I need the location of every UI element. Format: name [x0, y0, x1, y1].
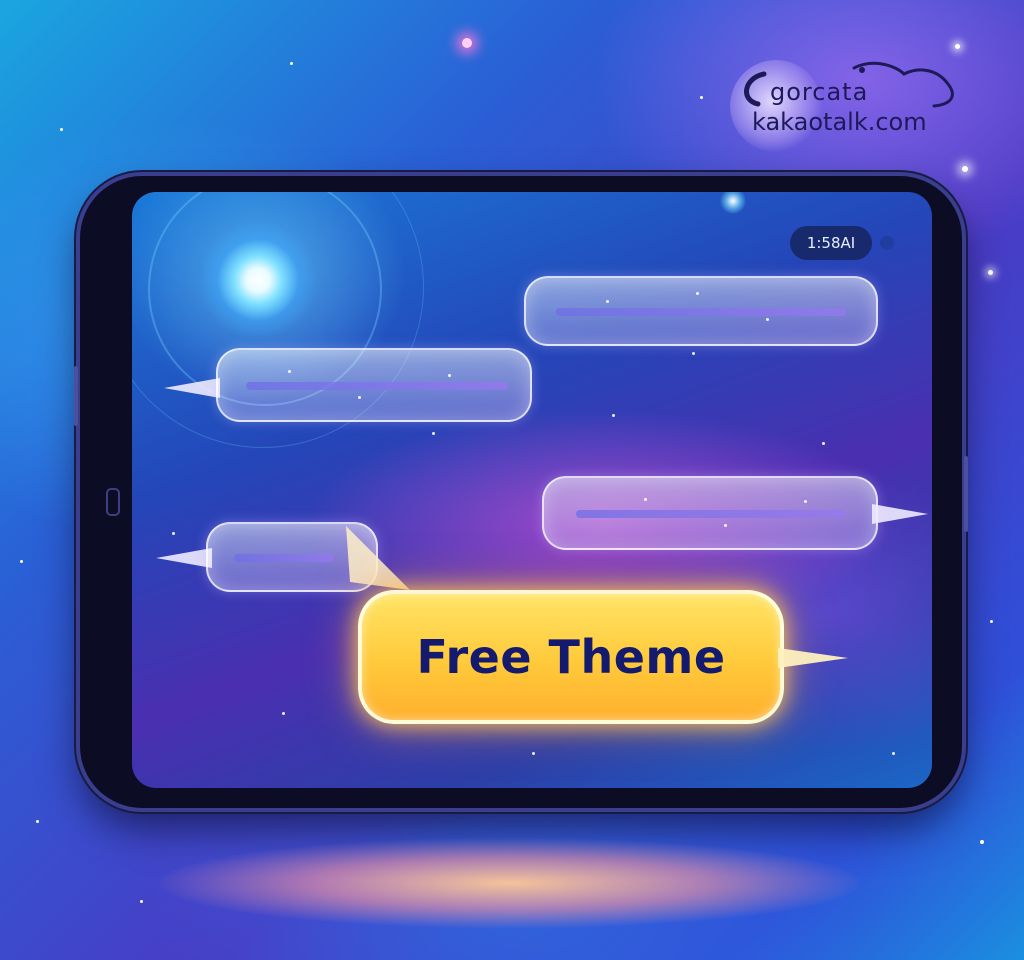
star-sparkle-icon: [358, 396, 361, 399]
star-sparkle-icon: [20, 560, 23, 563]
star-sparkle-icon: [288, 370, 291, 373]
star-sparkle-icon: [955, 44, 960, 49]
star-sparkle-icon: [696, 292, 699, 295]
star-sparkle-icon: [720, 192, 746, 214]
speech-bubble-tail-icon: [156, 548, 212, 568]
star-sparkle-icon: [822, 442, 825, 445]
star-sparkle-icon: [980, 840, 984, 844]
brand-watermark: gorcata kakaotalk.com: [728, 50, 978, 152]
speech-bubble-tail-icon: [164, 378, 220, 398]
star-sparkle-icon: [724, 524, 727, 527]
star-sparkle-icon: [462, 38, 472, 48]
message-placeholder-line: [234, 554, 334, 562]
volume-button[interactable]: [74, 366, 78, 426]
star-sparkle-icon: [432, 432, 435, 435]
status-time-badge: 1:58AI: [790, 226, 872, 260]
glowing-sun-icon: [198, 220, 318, 340]
star-sparkle-icon: [892, 752, 895, 755]
star-sparkle-icon: [140, 900, 143, 903]
star-sparkle-icon: [172, 532, 175, 535]
camera-dot-icon: [880, 236, 894, 250]
star-sparkle-icon: [612, 414, 615, 417]
watermark-domain-text: kakaotalk.com: [752, 108, 927, 136]
speech-bubble-tail-icon: [872, 504, 928, 524]
star-sparkle-icon: [990, 620, 993, 623]
chat-bubble-incoming[interactable]: [524, 276, 878, 346]
star-sparkle-icon: [692, 352, 695, 355]
message-placeholder-line: [246, 382, 508, 390]
floor-glow: [160, 838, 860, 928]
star-sparkle-icon: [606, 300, 609, 303]
star-sparkle-icon: [448, 374, 451, 377]
speech-bubble-tail-icon: [346, 526, 410, 590]
star-sparkle-icon: [804, 500, 807, 503]
chat-bubble-outgoing[interactable]: [216, 348, 532, 422]
tablet-device: 1:58AI Free Theme: [74, 176, 968, 808]
free-theme-button[interactable]: Free Theme: [358, 590, 784, 724]
star-sparkle-icon: [766, 318, 769, 321]
power-button[interactable]: [964, 456, 968, 532]
speech-bubble-tail-icon: [778, 648, 848, 668]
device-screen: 1:58AI Free Theme: [132, 192, 932, 788]
chat-bubble-incoming[interactable]: [542, 476, 878, 550]
star-sparkle-icon: [644, 498, 647, 501]
star-sparkle-icon: [988, 270, 993, 275]
star-sparkle-icon: [60, 128, 63, 131]
message-placeholder-line: [576, 510, 846, 518]
free-theme-label: Free Theme: [416, 630, 726, 684]
message-placeholder-line: [556, 308, 846, 316]
star-sparkle-icon: [282, 712, 285, 715]
star-sparkle-icon: [290, 62, 293, 65]
star-sparkle-icon: [962, 166, 968, 172]
home-button[interactable]: [106, 488, 120, 516]
star-sparkle-icon: [36, 820, 39, 823]
star-sparkle-icon: [700, 96, 703, 99]
star-sparkle-icon: [532, 752, 535, 755]
watermark-brand-text: gorcata: [770, 78, 869, 106]
